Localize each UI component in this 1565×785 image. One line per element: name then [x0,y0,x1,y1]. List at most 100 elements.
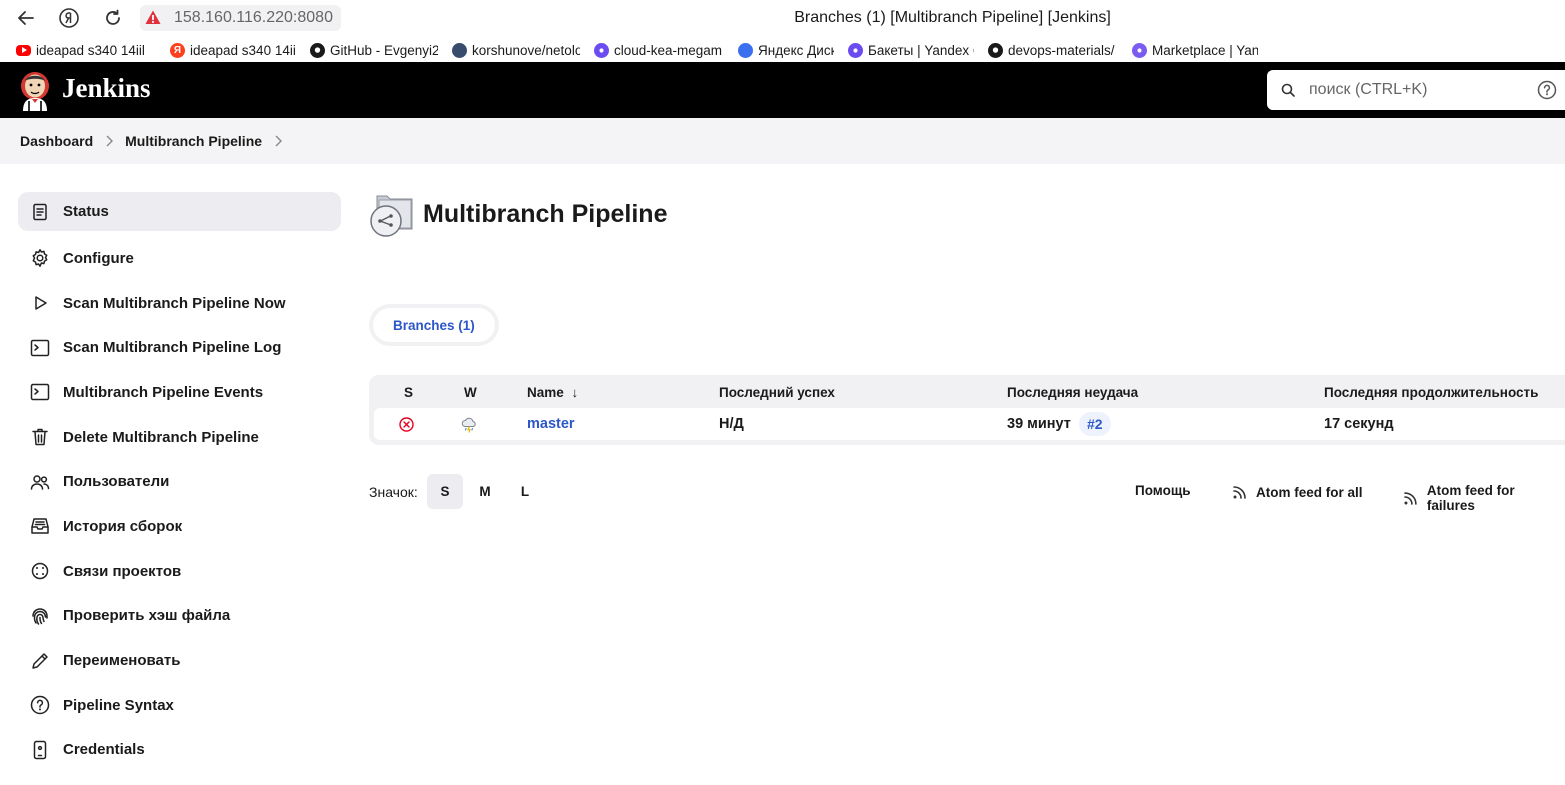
sidebar-item-label: Пользователи [63,473,170,491]
failed-status-icon [399,417,414,436]
market-icon [1132,42,1147,58]
column-header-last-success[interactable]: Последний успех [719,385,835,400]
column-header-weather[interactable]: W [464,385,477,400]
sidebar-item-label: Status [63,203,109,220]
breadcrumb-multibranch-pipeline[interactable]: Multibranch Pipeline [125,133,262,149]
search-box[interactable] [1267,70,1565,110]
sidebar-item-label: Связи проектов [63,562,182,580]
bookmark-label: ideapad s340 14iil [190,42,296,58]
sidebar-item-label: Pipeline Syntax [63,696,174,714]
inbox-icon [30,516,50,536]
sidebar-item-pipeline-syntax[interactable]: Pipeline Syntax [18,683,341,728]
tab-bar: Branches (1) [369,304,499,346]
sidebar-item-multibranch-pipeline-events[interactable]: Multibranch Pipeline Events [18,370,341,415]
icon-size-l-button[interactable]: L [507,474,543,509]
bookmark-item[interactable]: Marketplace | Yan [1132,42,1258,58]
atom-feed-all-link[interactable]: Atom feed for all [1231,483,1363,501]
sidebar-item-label: Configure [63,249,134,267]
tab-branches[interactable]: Branches (1) [373,308,495,342]
sidebar: Status Configure Scan Multibranch Pipeline… [18,192,341,772]
rss-icon [1404,492,1417,505]
help-link[interactable]: Помощь [1135,483,1191,498]
sidebar-item-label: Delete Multibranch Pipeline [63,428,259,446]
bookmark-item[interactable]: cloud-kea-megam [594,42,724,58]
gear-icon [30,248,50,268]
multibranch-folder-icon [369,190,417,240]
help-icon [30,695,50,715]
bookmark-label: ideapad s340 14iil [36,42,145,58]
search-help-icon[interactable] [1537,80,1557,100]
relation-icon [30,561,50,581]
fingerprint-icon [30,606,50,626]
youtube-icon [16,44,31,56]
phone-icon [30,740,50,760]
app-name[interactable]: Jenkins [62,73,151,104]
bookmark-item[interactable]: devops-materials/ [988,42,1118,58]
icon-size-label: Значок: [369,484,418,500]
bookmarks-bar: ideapad s340 14iil Яideapad s340 14iil Git… [0,38,1565,62]
sidebar-item-label: Scan Multibranch Pipeline Now [63,294,286,312]
last-success-value: Н/Д [719,416,744,432]
search-input[interactable] [1309,81,1529,99]
bookmark-item[interactable]: Бакеты | Yandex C [848,42,974,58]
table-row: master Н/Д 39 минут #2 17 секунд [374,408,1565,440]
bookmark-item[interactable]: Яideapad s340 14iil [170,42,296,58]
tab-title: Branches (1) [Multibranch Pipeline] [Jen… [794,9,1111,26]
jenkins-header: Jenkins [0,62,1565,118]
bookmark-label: Marketplace | Yan [1152,42,1258,58]
column-header-name[interactable]: Name ↓ [527,385,578,400]
bookmark-label: Яндекс Диск [758,42,834,58]
breadcrumb-dashboard[interactable]: Dashboard [20,133,93,149]
table-footer: Значок: S M L Помощь Atom feed for all A… [369,474,1565,513]
github-icon [310,42,325,58]
breadcrumb: Dashboard Multibranch Pipeline [0,118,1565,164]
trash-icon [30,427,50,447]
yandex-icon: Я [170,42,185,58]
column-header-last-failure[interactable]: Последняя неудача [1007,385,1138,400]
sidebar-item-пользователи[interactable]: Пользователи [18,459,341,504]
terminal-icon [30,382,50,402]
github-icon [988,42,1003,58]
page-title: Multibranch Pipeline [423,200,668,228]
icon-size-s-button[interactable]: S [427,474,463,509]
sidebar-item-связи-проектов[interactable]: Связи проектов [18,549,341,594]
atom-feed-failures-label: Atom feed for failures [1426,483,1515,513]
sort-arrow-icon: ↓ [571,385,579,400]
sidebar-item-status[interactable]: Status [18,192,341,231]
sidebar-item-credentials[interactable]: Credentials [18,728,341,773]
branch-name-link[interactable]: master [527,416,575,432]
sidebar-item-label: Scan Multibranch Pipeline Log [63,339,282,357]
column-header-status[interactable]: S [404,385,413,400]
atom-feed-all-label: Atom feed for all [1256,484,1363,500]
cloud-icon [594,42,609,58]
build-number-badge[interactable]: #2 [1079,412,1111,436]
browser-toolbar: 158.160.116.220:8080 Branches (1) [Multi… [0,0,1565,36]
bookmark-label: cloud-kea-megam [614,42,723,58]
column-header-last-duration[interactable]: Последняя продолжительность [1324,385,1538,400]
bookmark-item[interactable]: ideapad s340 14iil [16,43,156,58]
cloud-icon [848,42,863,58]
chevron-right-icon[interactable] [274,135,283,147]
bookmark-label: devops-materials/ [1008,42,1115,58]
sidebar-item-scan-multibranch-pipeline-now[interactable]: Scan Multibranch Pipeline Now [18,281,341,326]
chevron-right-icon [105,135,114,147]
sidebar-item-label: Credentials [63,741,145,759]
last-failure-value: 39 минут [1007,416,1071,432]
sidebar-item-проверить-хэш-файла[interactable]: Проверить хэш файла [18,594,341,639]
jenkins-logo-icon[interactable] [18,69,52,111]
bookmark-item[interactable]: korshunove/netolo [452,42,580,58]
sidebar-item-история-сборок[interactable]: История сборок [18,504,341,549]
bookmark-item[interactable]: Яндекс Диск [738,42,834,58]
sidebar-item-scan-multibranch-pipeline-log[interactable]: Scan Multibranch Pipeline Log [18,325,341,370]
sidebar-item-delete-multibranch-pipeline[interactable]: Delete Multibranch Pipeline [18,415,341,460]
sidebar-item-configure[interactable]: Configure [18,236,341,281]
bookmark-label: GitHub - Evgenyi2 [330,42,438,58]
users-icon [30,472,50,492]
sidebar-item-label: История сборок [63,517,183,535]
icon-size-m-button[interactable]: M [467,474,503,509]
atom-feed-failures-link[interactable]: Atom feed for failures [1402,483,1565,513]
sidebar-item-label: Проверить хэш файла [63,607,231,625]
bookmark-item[interactable]: GitHub - Evgenyi2 [310,42,438,58]
sidebar-item-переименовать[interactable]: Переименовать [18,638,341,683]
branches-table: S W Name ↓ Последний успех Последняя неу… [369,375,1565,445]
